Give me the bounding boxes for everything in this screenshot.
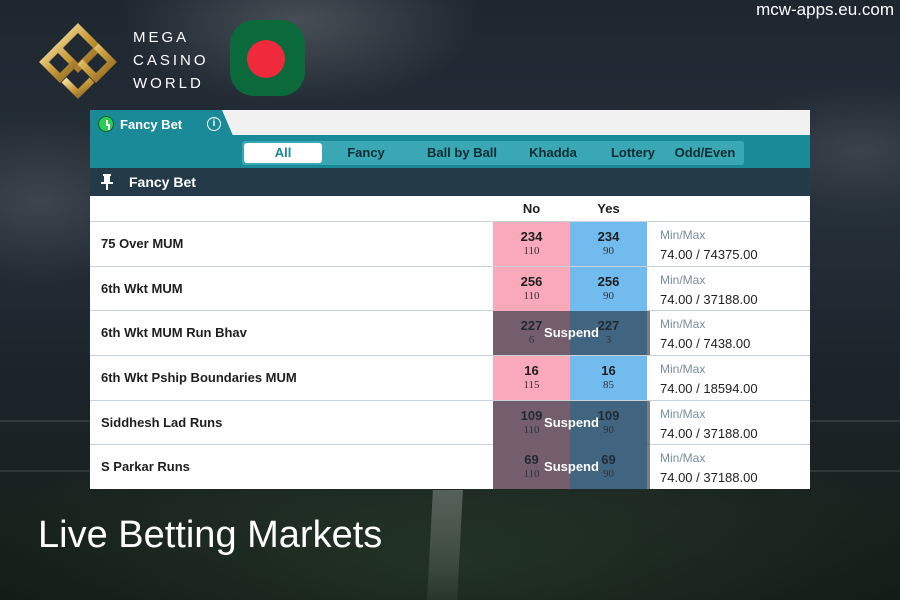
market-list: 75 Over MUM 234 110 234 90 Min/Max 74.00…	[90, 222, 810, 489]
yes-odds-cell[interactable]: 234 90	[570, 222, 647, 266]
min-max-label: Min/Max	[660, 317, 706, 332]
min-max-value: 74.00 / 37188.00	[660, 470, 758, 486]
info-icon[interactable]: i	[207, 117, 221, 131]
min-max: Min/Max 74.00 / 37188.00	[660, 407, 758, 444]
min-max-label: Min/Max	[660, 406, 706, 421]
column-yes: Yes	[597, 201, 620, 216]
brand-line: MEGA	[133, 29, 190, 46]
no-price: 256	[520, 273, 543, 289]
brand-line: CASINO	[133, 52, 209, 69]
brand-name: MEGA CASINO WORLD	[133, 26, 209, 95]
site-url: mcw-apps.eu.com	[756, 0, 894, 19]
suspend-label: Suspend	[544, 414, 599, 430]
no-size: 110	[523, 289, 540, 302]
filter-khadda[interactable]: Khadda	[516, 141, 590, 165]
section-title: Fancy Bet	[129, 174, 196, 190]
yes-size: 90	[603, 289, 614, 302]
no-odds-cell[interactable]: 234 110	[493, 222, 570, 266]
brand-line: WORLD	[133, 75, 204, 92]
filter-lottery[interactable]: Lottery	[592, 141, 674, 165]
fancy-bet-panel: Fancy Bet i All Fancy Ball by Ball Khadd…	[90, 110, 810, 489]
no-odds-cell[interactable]: 256 110	[493, 266, 570, 311]
yes-odds-cell[interactable]: 16 85	[570, 356, 647, 401]
no-size: 115	[523, 379, 540, 392]
no-price: 16	[524, 363, 539, 379]
filter-ball-by-ball[interactable]: Ball by Ball	[408, 141, 516, 165]
min-max-value: 74.00 / 37188.00	[660, 425, 758, 441]
table-row: 75 Over MUM 234 110 234 90 Min/Max 74.00…	[90, 222, 810, 267]
min-max: Min/Max 74.00 / 18594.00	[660, 362, 758, 399]
min-max-value: 74.00 / 37188.00	[660, 291, 758, 307]
min-max-label: Min/Max	[660, 272, 706, 287]
min-max-value: 74.00 / 74375.00	[660, 247, 758, 262]
min-max-value: 74.00 / 7438.00	[660, 336, 751, 352]
tab-fancy-bet[interactable]: Fancy Bet i	[90, 110, 234, 138]
min-max: Min/Max 74.00 / 7438.00	[660, 317, 750, 354]
flag-dot	[247, 40, 285, 78]
tab-bar: Fancy Bet i	[90, 110, 810, 138]
filter-bar: All Fancy Ball by Ball Khadda Lottery Od…	[90, 138, 810, 168]
section-header: Fancy Bet	[90, 168, 810, 196]
table-row: Siddhesh Lad Runs 109 110 109 90Suspend …	[90, 400, 810, 446]
suspend-label: Suspend	[544, 325, 599, 341]
table-row: 6th Wkt MUM 256 110 256 90 Min/Max 74.00…	[90, 266, 810, 312]
table-row: S Parkar Runs 69 110 69 90Suspend Min/Ma…	[90, 445, 810, 489]
market-name: 6th Wkt MUM Run Bhav	[101, 325, 247, 341]
min-max-value: 74.00 / 18594.00	[660, 381, 758, 397]
market-name: 6th Wkt Pship Boundaries MUM	[101, 370, 297, 386]
yes-price: 234	[597, 229, 620, 244]
pin-icon[interactable]	[100, 174, 114, 190]
yes-price: 16	[601, 363, 616, 379]
filter-all[interactable]: All	[244, 143, 322, 163]
yes-size: 90	[603, 245, 614, 257]
page-caption: Live Betting Markets	[38, 514, 383, 556]
tab-label: Fancy Bet	[120, 116, 183, 132]
market-name: S Parkar Runs	[101, 459, 190, 475]
no-price: 234	[520, 229, 543, 244]
no-size: 110	[523, 245, 540, 257]
min-max-label: Min/Max	[660, 362, 706, 377]
filter-fancy[interactable]: Fancy	[324, 141, 408, 165]
column-no: No	[522, 201, 541, 216]
min-max-label: Min/Max	[660, 228, 706, 242]
market-name: 75 Over MUM	[101, 236, 184, 251]
min-max: Min/Max 74.00 / 74375.00	[660, 228, 758, 265]
field-stripe	[427, 490, 463, 600]
min-max: Min/Max 74.00 / 37188.00	[660, 273, 758, 310]
market-name: 6th Wkt MUM	[101, 280, 183, 296]
suspend-label: Suspend	[544, 459, 599, 475]
min-max-label: Min/Max	[660, 451, 706, 466]
alarm-clock-icon	[98, 116, 114, 132]
yes-odds-cell[interactable]: 256 90	[570, 266, 647, 311]
column-header: No Yes	[90, 196, 810, 222]
table-row: 6th Wkt MUM Run Bhav 227 6 227 3Suspend …	[90, 311, 810, 357]
bangladesh-flag-icon	[230, 20, 305, 96]
filter-odd-even[interactable]: Odd/Even	[664, 141, 746, 165]
table-row: 6th Wkt Pship Boundaries MUM 16 115 16 8…	[90, 356, 810, 401]
yes-price: 256	[597, 273, 620, 289]
yes-size: 85	[603, 379, 614, 392]
no-odds-cell[interactable]: 16 115	[493, 356, 570, 401]
market-name: Siddhesh Lad Runs	[101, 414, 223, 430]
filter-group: All Fancy Ball by Ball Khadda Lottery Od…	[242, 141, 744, 165]
min-max: Min/Max 74.00 / 37188.00	[660, 451, 758, 488]
brand-logo-icon	[39, 23, 117, 99]
